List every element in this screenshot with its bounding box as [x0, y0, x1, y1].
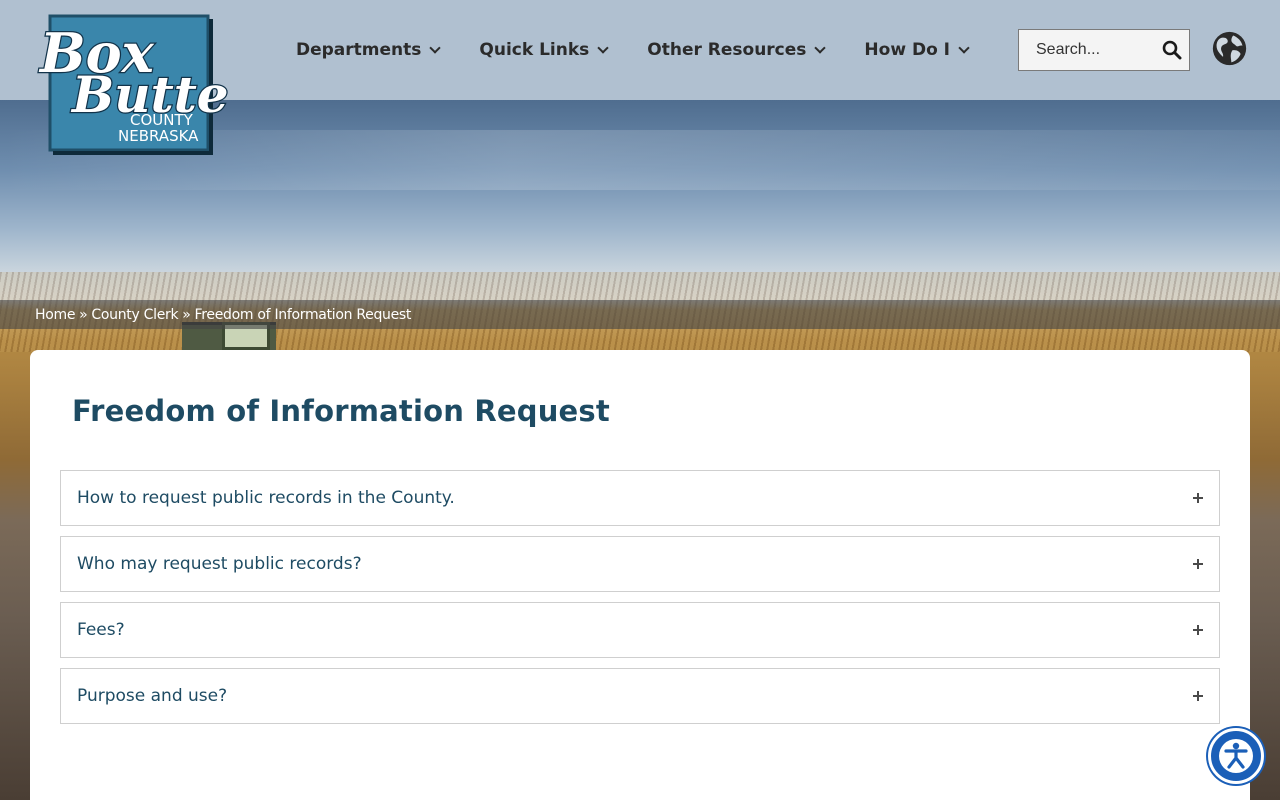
accordion-label: How to request public records in the Cou… — [77, 488, 455, 508]
nav-quick-links[interactable]: Quick Links — [479, 40, 609, 60]
breadcrumb-county-clerk[interactable]: County Clerk — [91, 307, 178, 323]
nav-label: How Do I — [864, 40, 950, 60]
breadcrumb-current: Freedom of Information Request — [194, 306, 412, 323]
plus-icon — [1193, 493, 1203, 503]
main-nav: Departments Quick Links Other Resources … — [296, 36, 1008, 64]
accordion-item-fees[interactable]: Fees? — [60, 602, 1220, 658]
breadcrumb-separator: » — [182, 306, 191, 323]
search-box — [1018, 29, 1190, 71]
svg-text:NEBRASKA: NEBRASKA — [118, 127, 199, 145]
breadcrumb-home[interactable]: Home — [35, 307, 75, 323]
site-header: Box Butte COUNTY NEBRASKA Departments Qu… — [0, 0, 1280, 155]
content-card: Freedom of Information Request How to re… — [30, 350, 1250, 800]
plus-icon — [1193, 625, 1203, 635]
breadcrumb-separator: » — [79, 306, 88, 323]
search-input[interactable] — [1019, 41, 1151, 59]
globe-icon[interactable] — [1211, 30, 1248, 67]
chevron-down-icon — [814, 42, 827, 54]
accordion-item-who-may-request[interactable]: Who may request public records? — [60, 536, 1220, 592]
search-icon[interactable] — [1162, 40, 1182, 60]
nav-how-do-i[interactable]: How Do I — [864, 40, 970, 60]
accordion-label: Who may request public records? — [77, 554, 362, 574]
nav-label: Departments — [296, 40, 422, 60]
nav-label: Quick Links — [479, 40, 590, 60]
site-logo[interactable]: Box Butte COUNTY NEBRASKA — [30, 10, 230, 160]
breadcrumb: Home » County Clerk » Freedom of Informa… — [0, 300, 1280, 329]
accessibility-button[interactable] — [1208, 728, 1264, 784]
accordion-label: Fees? — [77, 620, 125, 640]
accordion-item-purpose-and-use[interactable]: Purpose and use? — [60, 668, 1220, 724]
nav-other-resources[interactable]: Other Resources — [647, 40, 827, 60]
chevron-down-icon — [429, 42, 442, 54]
accordion-item-how-to-request[interactable]: How to request public records in the Cou… — [60, 470, 1220, 526]
nav-label: Other Resources — [647, 40, 807, 60]
logo-graphic: Box Butte COUNTY NEBRASKA — [37, 14, 230, 155]
accordion-label: Purpose and use? — [77, 686, 228, 706]
plus-icon — [1193, 559, 1203, 569]
accordion: How to request public records in the Cou… — [60, 470, 1220, 734]
chevron-down-icon — [597, 42, 609, 54]
accessibility-icon — [1219, 739, 1253, 773]
chevron-down-icon — [958, 42, 970, 54]
nav-departments[interactable]: Departments — [296, 40, 442, 60]
page-title: Freedom of Information Request — [72, 394, 610, 428]
plus-icon — [1193, 691, 1203, 701]
